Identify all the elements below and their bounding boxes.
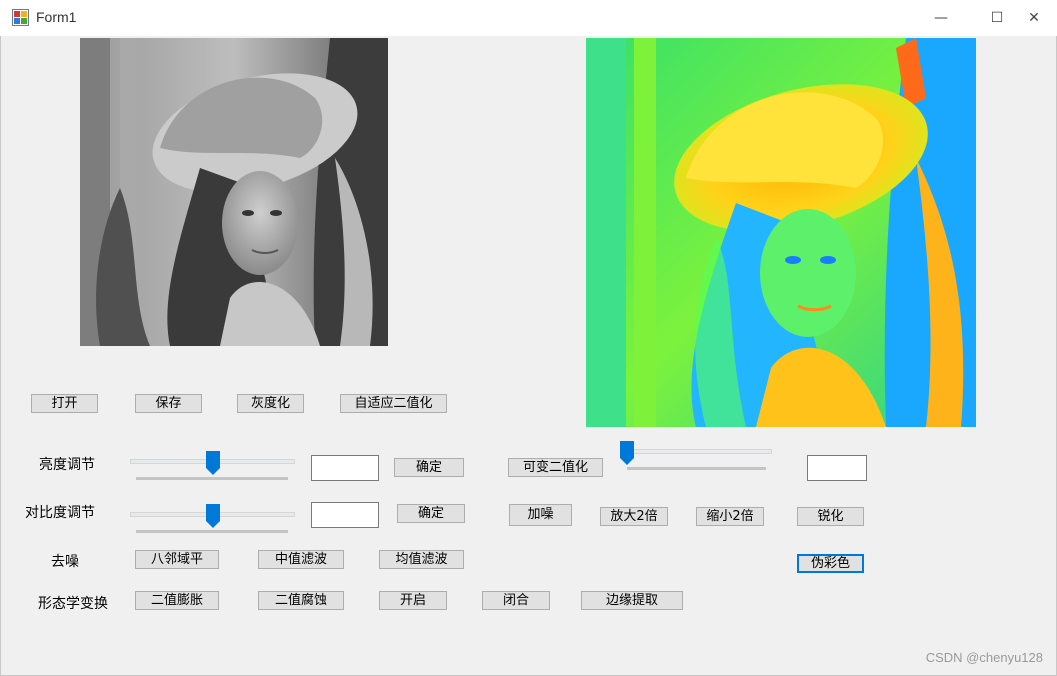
opening-button[interactable]: 开启 bbox=[379, 591, 447, 610]
app-icon bbox=[12, 9, 29, 26]
minimize-icon: — bbox=[934, 10, 948, 26]
edge-extract-button[interactable]: 边缘提取 bbox=[581, 591, 683, 610]
contrast-confirm-button[interactable]: 确定 bbox=[397, 504, 465, 523]
save-button[interactable]: 保存 bbox=[135, 394, 202, 413]
brightness-label: 亮度调节 bbox=[39, 457, 95, 473]
brightness-slider-ticks bbox=[136, 477, 288, 480]
denoise-label: 去噪 bbox=[51, 554, 79, 570]
close-icon: ✕ bbox=[1028, 10, 1040, 26]
close-button[interactable]: ✕ bbox=[1011, 0, 1057, 36]
contrast-label: 对比度调节 bbox=[25, 505, 95, 521]
median-filter-button[interactable]: 中值滤波 bbox=[258, 550, 344, 569]
adaptive-binarize-button[interactable]: 自适应二值化 bbox=[340, 394, 447, 413]
mean-filter-button[interactable]: 均值滤波 bbox=[379, 550, 464, 569]
binarize-slider-ticks bbox=[627, 467, 766, 470]
brightness-confirm-button[interactable]: 确定 bbox=[394, 458, 464, 477]
open-button[interactable]: 打开 bbox=[31, 394, 98, 413]
window-title: Form1 bbox=[36, 9, 77, 25]
eight-neighbor-smooth-button[interactable]: 八邻域平 bbox=[135, 550, 219, 569]
original-image bbox=[80, 38, 388, 346]
title-bar[interactable]: Form1 — ☐ ✕ bbox=[0, 0, 1057, 36]
contrast-input[interactable] bbox=[311, 502, 379, 528]
contrast-slider-thumb[interactable] bbox=[205, 504, 220, 528]
closing-button[interactable]: 闭合 bbox=[482, 591, 550, 610]
variable-binarize-button[interactable]: 可变二值化 bbox=[508, 458, 603, 477]
zoom-in-2x-button[interactable]: 放大2倍 bbox=[600, 507, 668, 526]
watermark: CSDN @chenyu128 bbox=[925, 650, 1043, 665]
result-image bbox=[586, 38, 976, 427]
pseudocolor-button[interactable]: 伪彩色 bbox=[797, 554, 864, 573]
grayscale-button[interactable]: 灰度化 bbox=[237, 394, 304, 413]
brightness-slider-thumb[interactable] bbox=[205, 451, 220, 475]
maximize-icon: ☐ bbox=[990, 10, 1004, 26]
binarize-slider-track[interactable] bbox=[620, 449, 772, 454]
binary-dilate-button[interactable]: 二值膨胀 bbox=[135, 591, 219, 610]
add-noise-button[interactable]: 加噪 bbox=[509, 504, 572, 526]
binarize-slider-thumb[interactable] bbox=[620, 441, 634, 465]
binarize-input[interactable] bbox=[807, 455, 867, 481]
sharpen-button[interactable]: 锐化 bbox=[797, 507, 864, 526]
contrast-slider-ticks bbox=[136, 530, 288, 533]
brightness-input[interactable] bbox=[311, 455, 379, 481]
zoom-out-2x-button[interactable]: 缩小2倍 bbox=[696, 507, 764, 526]
morphology-label: 形态学变换 bbox=[38, 596, 108, 612]
minimize-button[interactable]: — bbox=[918, 0, 964, 36]
binary-erode-button[interactable]: 二值腐蚀 bbox=[258, 591, 344, 610]
